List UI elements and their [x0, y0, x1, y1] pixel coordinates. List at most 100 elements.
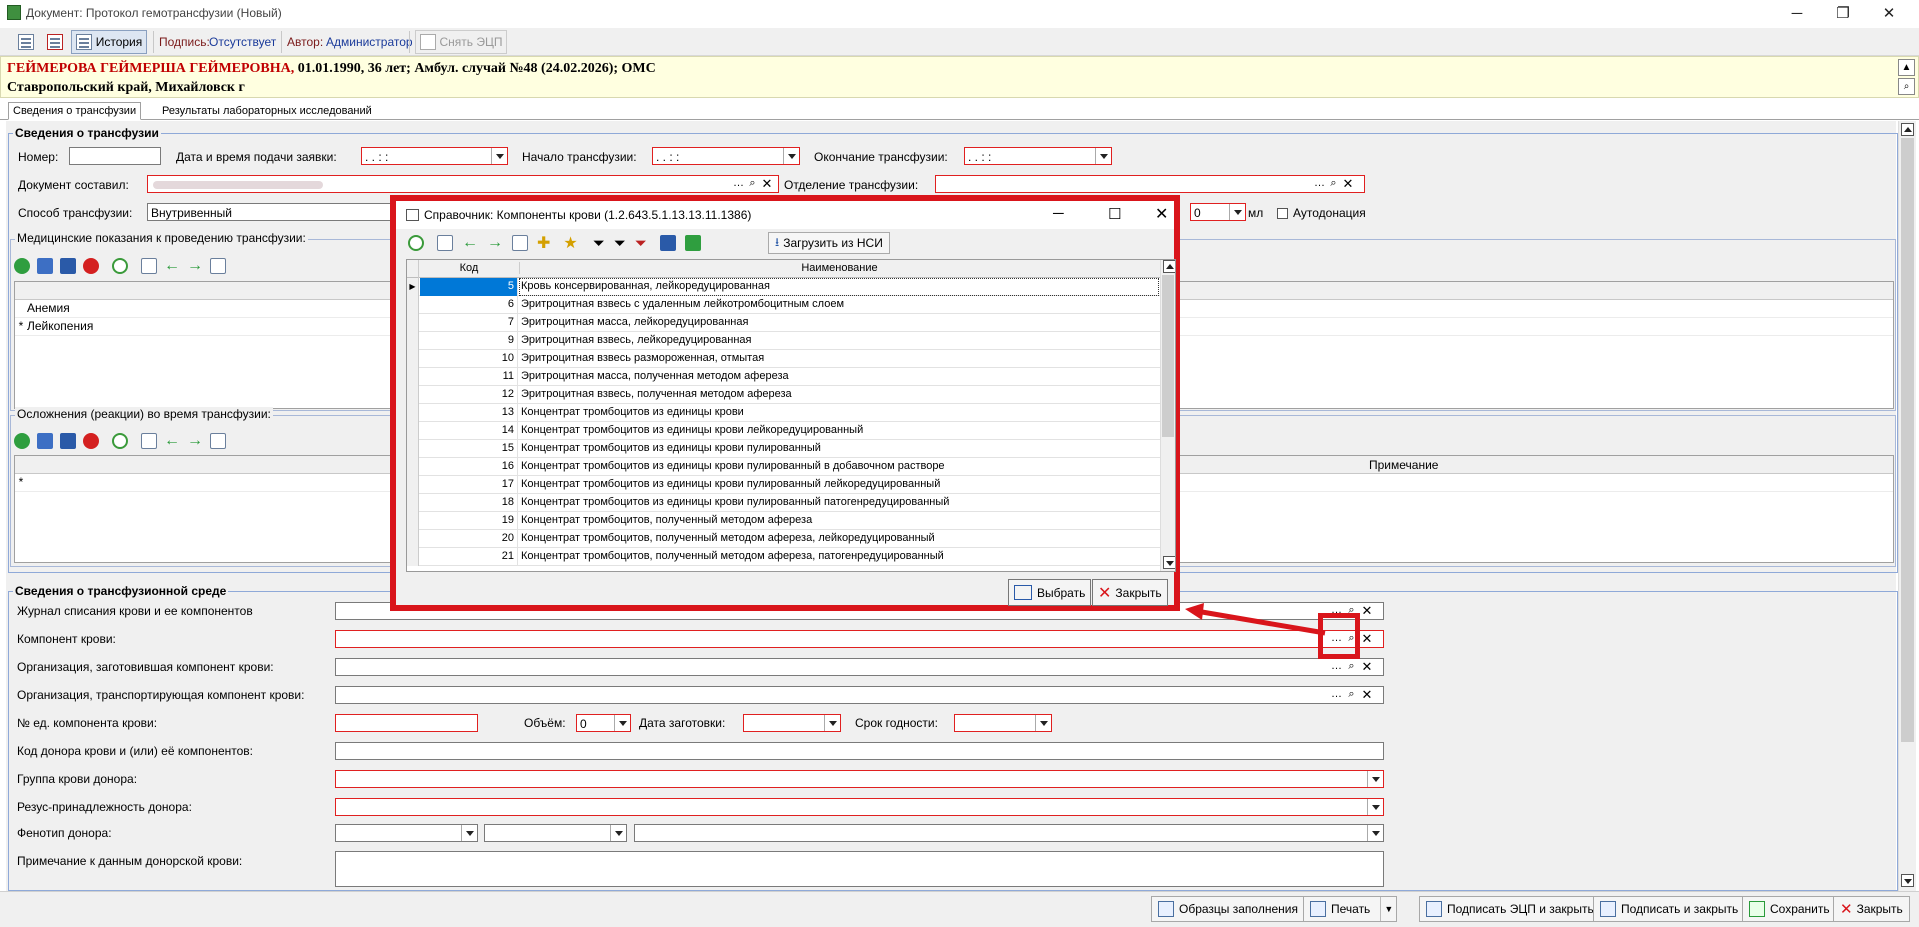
dialog-maximize-button[interactable]: ☐: [1108, 205, 1121, 223]
org-trans-input[interactable]: [335, 686, 1384, 704]
org-prep-search-icon[interactable]: ⌕: [1345, 659, 1358, 675]
refresh-icon[interactable]: [408, 235, 424, 251]
dropdown-arrow-icon[interactable]: [491, 148, 507, 164]
donor-pheno-select-1[interactable]: [335, 824, 478, 842]
close-window-button[interactable]: ✕: [1866, 0, 1912, 28]
dropdown-arrow-icon[interactable]: [1367, 771, 1383, 787]
close-button[interactable]: ✕ Закрыть: [1833, 896, 1910, 922]
list-item[interactable]: 12 Эритроцитная взвесь, полученная методо…: [407, 386, 1162, 404]
number-input[interactable]: [69, 147, 161, 165]
expiry-input[interactable]: [954, 714, 1052, 732]
list-item[interactable]: 14 Концентрат тромбоцитов из единицы кров…: [407, 422, 1162, 440]
donor-code-input[interactable]: [335, 742, 1384, 760]
dropdown-arrow-icon[interactable]: [1229, 204, 1245, 220]
department-ellipsis-button[interactable]: …: [1313, 176, 1326, 192]
history-button[interactable]: История: [71, 30, 147, 54]
request-dt-input[interactable]: . . : :: [361, 147, 508, 165]
list-icon[interactable]: [437, 235, 453, 251]
dropdown-arrow-icon[interactable]: [614, 715, 630, 731]
autodonation-checkbox[interactable]: [1277, 208, 1288, 219]
scroll-up-icon[interactable]: [1163, 260, 1175, 273]
patient-search-button[interactable]: ⌕: [1898, 78, 1915, 95]
scroll-thumb[interactable]: [1901, 138, 1914, 742]
list-item[interactable]: 18 Концентрат тромбоцитов из единицы кров…: [407, 494, 1162, 512]
doc-author-search-icon[interactable]: ⌕: [746, 176, 759, 192]
arrow-left-icon[interactable]: ←: [462, 234, 478, 252]
print-button[interactable]: Печать ▼: [1303, 896, 1398, 922]
unit-no-input[interactable]: [335, 714, 478, 732]
org-trans-search-icon[interactable]: ⌕: [1345, 687, 1358, 703]
patient-expand-button[interactable]: ▲: [1898, 59, 1915, 76]
list-icon[interactable]: [141, 433, 157, 449]
doc-author-clear-icon[interactable]: ✕: [760, 176, 774, 192]
donor-group-select[interactable]: [335, 770, 1384, 788]
scroll-up-icon[interactable]: [1901, 123, 1914, 136]
arrow-right-icon[interactable]: →: [187, 257, 203, 275]
org-prep-input[interactable]: [335, 658, 1384, 676]
list-item[interactable]: 11 Эритроцитная масса, полученная методом…: [407, 368, 1162, 386]
org-trans-clear-icon[interactable]: ✕: [1360, 687, 1374, 703]
arrow-left-icon[interactable]: ←: [164, 432, 180, 450]
list-item[interactable]: 17 Концентрат тромбоцитов из единицы кров…: [407, 476, 1162, 494]
maximize-button[interactable]: ❐: [1820, 0, 1866, 28]
list-item[interactable]: 9 Эритроцитная взвесь, лейкоредуцированна…: [407, 332, 1162, 350]
donor-pheno-select-3[interactable]: [634, 824, 1384, 842]
edit-icon[interactable]: [37, 258, 53, 274]
donor-pheno-select-2[interactable]: [484, 824, 627, 842]
dialog-minimize-button[interactable]: ─: [1053, 205, 1064, 222]
doc-author-input[interactable]: [147, 175, 779, 193]
component-clear-icon[interactable]: ✕: [1360, 631, 1374, 647]
list-item[interactable]: 15 Концентрат тромбоцитов из единицы кров…: [407, 440, 1162, 458]
arrow-right-icon[interactable]: →: [187, 432, 203, 450]
load-nsi-button[interactable]: ⭳ Загрузить из НСИ: [768, 232, 890, 254]
sign-doc-button[interactable]: [14, 30, 38, 54]
dialog-close-button[interactable]: ✕: [1155, 204, 1168, 224]
list-item[interactable]: 13 Концентрат тромбоцитов из единицы кров…: [407, 404, 1162, 422]
tab-transfusion-info[interactable]: Сведения о трансфузии: [8, 102, 142, 120]
edit-icon[interactable]: [37, 433, 53, 449]
save-icon[interactable]: [60, 258, 76, 274]
org-trans-ellipsis-button[interactable]: …: [1330, 687, 1343, 703]
main-scrollbar[interactable]: [1898, 121, 1916, 891]
dropdown-arrow-icon[interactable]: [461, 825, 477, 841]
department-search-icon[interactable]: ⌕: [1327, 176, 1340, 192]
minimize-button[interactable]: ─: [1774, 0, 1820, 28]
list-item[interactable]: 7 Эритроцитная масса, лейкоредуцированная: [407, 314, 1162, 332]
save-button[interactable]: Сохранить: [1742, 896, 1837, 922]
start-dt-input[interactable]: . . : :: [652, 147, 800, 165]
refresh-icon[interactable]: [112, 258, 128, 274]
end-dt-input[interactable]: . . : :: [964, 147, 1112, 165]
save-icon[interactable]: [60, 433, 76, 449]
list-item[interactable]: 19 Концентрат тромбоцитов, полученный мет…: [407, 512, 1162, 530]
favorite-icon[interactable]: ★: [563, 233, 577, 253]
donor-rh-select[interactable]: [335, 798, 1384, 816]
list-icon[interactable]: [141, 258, 157, 274]
code-column-header[interactable]: Код: [420, 262, 518, 274]
samples-button[interactable]: Образцы заполнения: [1151, 896, 1305, 922]
journal-clear-icon[interactable]: ✕: [1360, 603, 1374, 619]
filter-icon[interactable]: ⏷: [593, 235, 605, 252]
org-prep-ellipsis-button[interactable]: …: [1330, 659, 1343, 675]
filter-clear-icon[interactable]: ⏷: [635, 235, 647, 252]
dropdown-arrow-icon[interactable]: [1367, 799, 1383, 815]
scroll-down-icon[interactable]: [1901, 874, 1914, 887]
prep-date-input[interactable]: [743, 714, 841, 732]
dropdown-arrow-icon[interactable]: [824, 715, 840, 731]
list-item[interactable]: 16 Концентрат тромбоцитов из единицы кров…: [407, 458, 1162, 476]
components-scrollbar[interactable]: [1160, 260, 1175, 571]
department-input[interactable]: [935, 175, 1365, 193]
excel-icon[interactable]: [684, 235, 701, 251]
columns-icon[interactable]: [512, 235, 528, 251]
select-button[interactable]: Выбрать: [1008, 579, 1092, 606]
name-column-header[interactable]: Наименование: [519, 262, 1159, 274]
list-item[interactable]: 10 Эритроцитная взвесь размороженная, отм…: [407, 350, 1162, 368]
list-item[interactable]: 6 Эритроцитная взвесь с удаленным лейкотр…: [407, 296, 1162, 314]
refresh-icon[interactable]: [112, 433, 128, 449]
org-prep-clear-icon[interactable]: ✕: [1360, 659, 1374, 675]
doc-author-ellipsis-button[interactable]: …: [732, 176, 745, 192]
add-icon[interactable]: [14, 258, 30, 274]
tab-lab-results[interactable]: Результаты лабораторных исследований: [158, 103, 376, 121]
transfusion-volume-input[interactable]: 0: [1190, 203, 1246, 221]
print-icon[interactable]: [659, 235, 676, 251]
columns-icon[interactable]: [210, 258, 226, 274]
